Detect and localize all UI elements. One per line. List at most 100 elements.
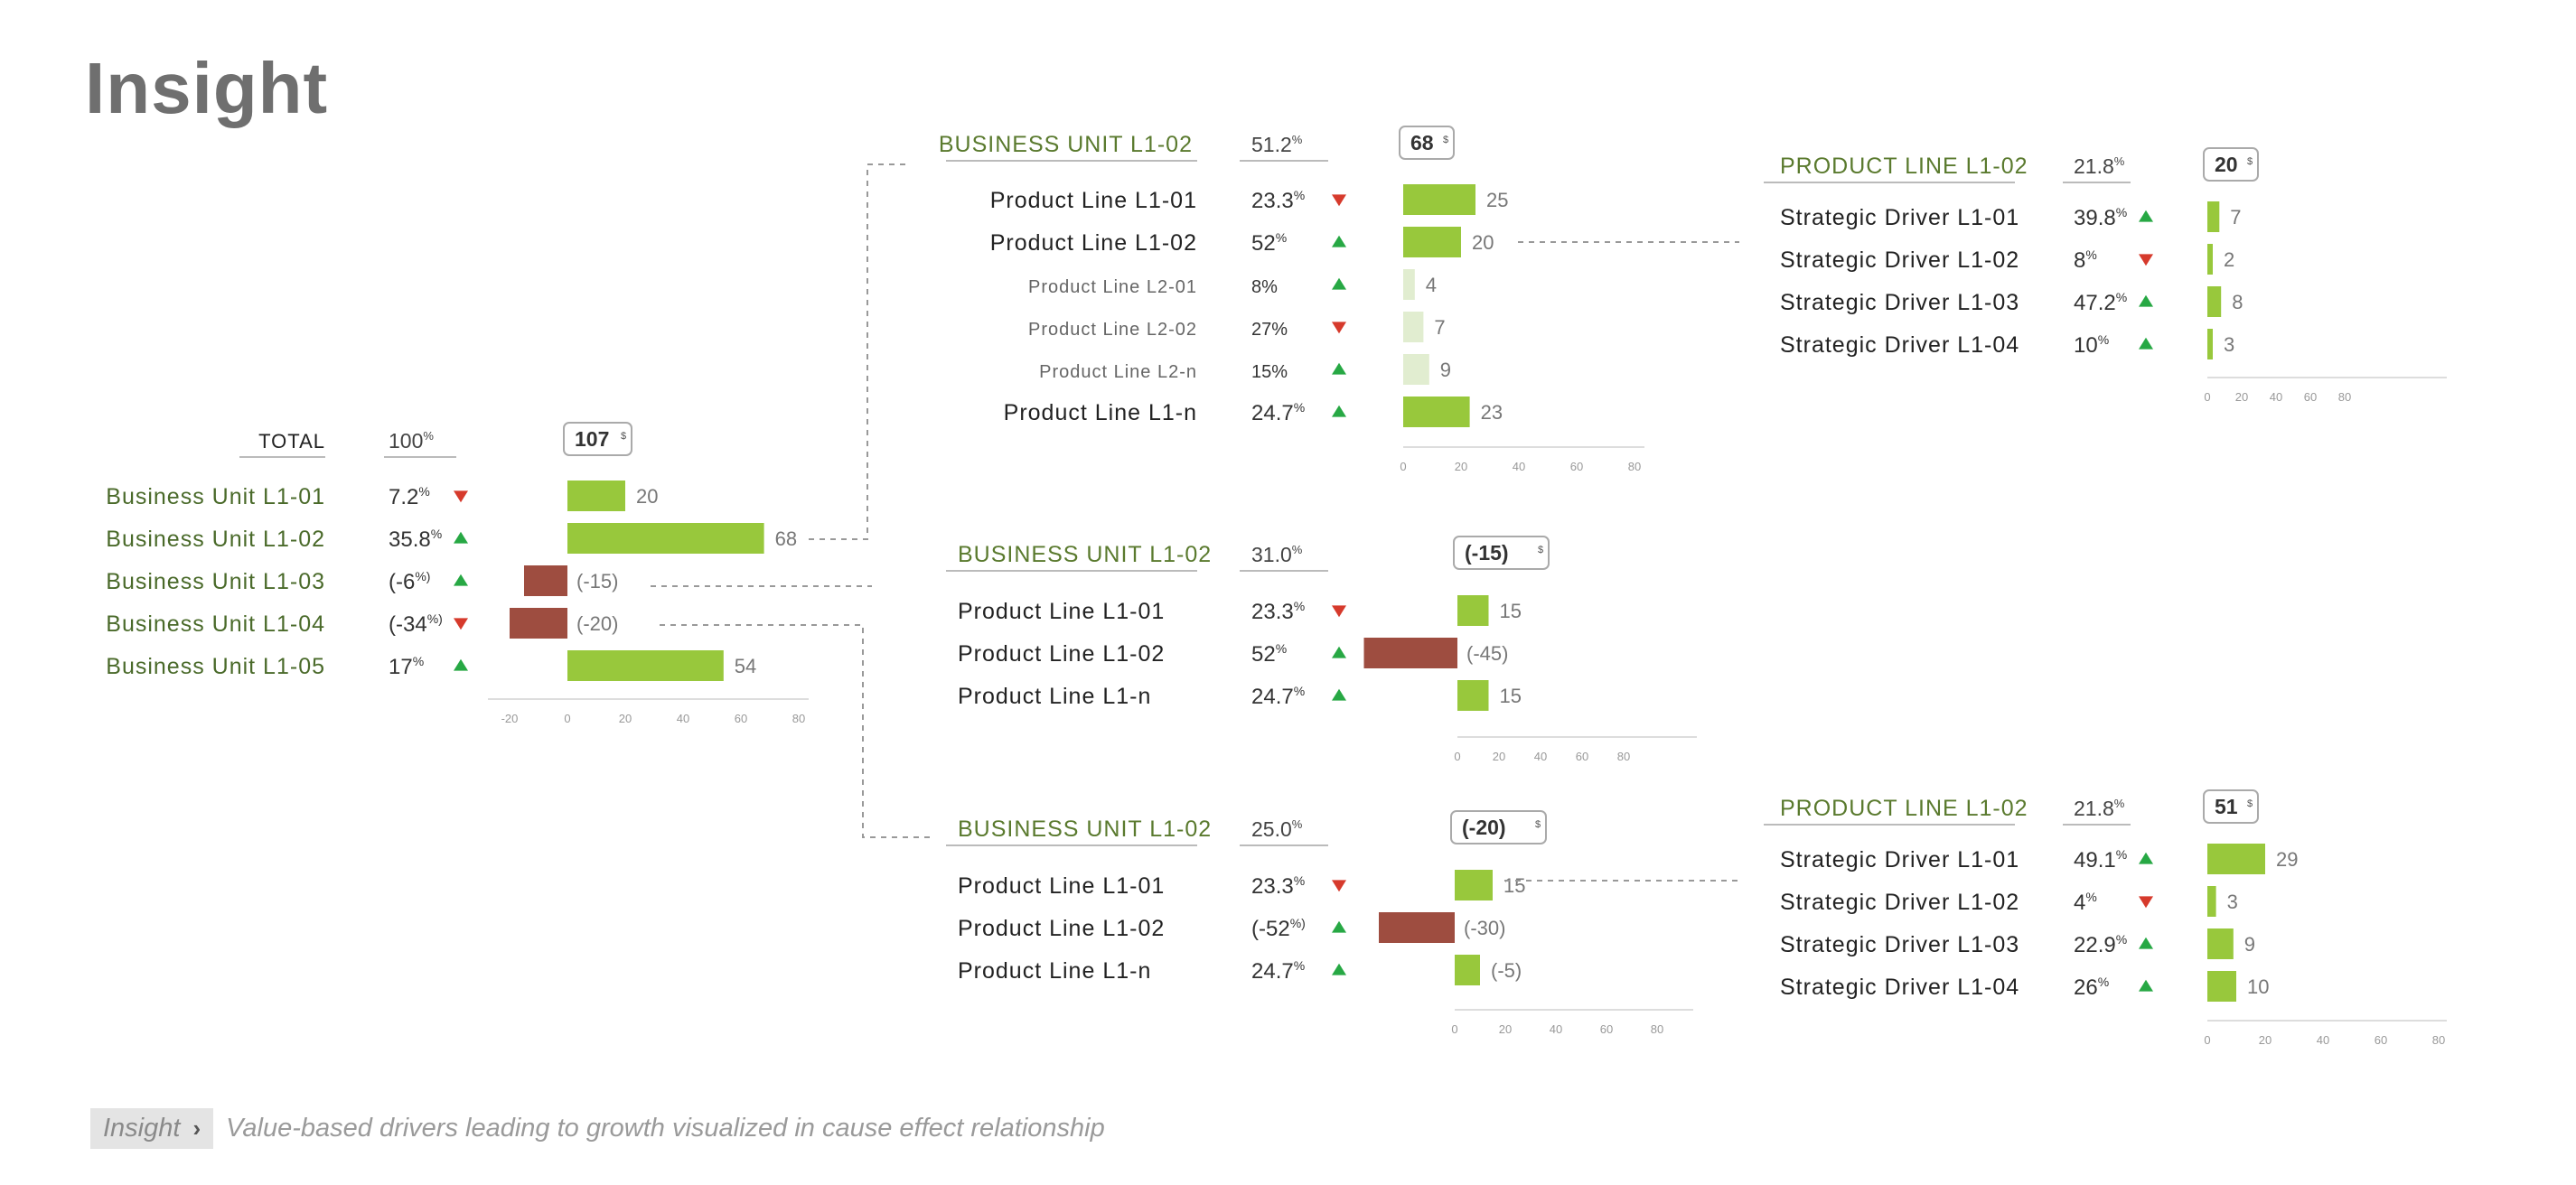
chart-pl-b: PRODUCT LINE L1-02 21.8% 51 $ Strategic Driv… (1764, 789, 2447, 1047)
bar-value-label: 25 (1486, 189, 1508, 211)
footer: Insight › Value-based drivers leading to… (90, 1108, 1105, 1149)
bar-row: Product Line L2-01 8% 4 (1028, 269, 1437, 300)
x-tick-label: 40 (1550, 1022, 1562, 1036)
bar (524, 565, 567, 596)
row-label: Product Line L2-n (1039, 362, 1197, 382)
x-tick-label: 40 (2270, 390, 2282, 404)
x-tick-label: 60 (735, 712, 747, 725)
arrow-down-icon (1332, 880, 1346, 892)
chevron-right-icon: › (192, 1115, 201, 1142)
bar-value-label: 15 (1500, 600, 1522, 622)
row-pct: 10% (2074, 332, 2109, 358)
x-tick-label: 20 (2259, 1033, 2272, 1047)
chart-header-pct: 51.2% (1251, 133, 1303, 156)
arrow-up-icon (1332, 646, 1346, 658)
bar-value-label: (-15) (576, 570, 618, 592)
row-label: Product Line L1-01 (958, 873, 1165, 899)
bar (1363, 638, 1457, 668)
bar-value-label: 3 (2224, 333, 2234, 356)
row-pct: 24.7% (1251, 400, 1305, 425)
row-label: Product Line L2-01 (1028, 277, 1197, 297)
arrow-down-icon (1332, 194, 1346, 207)
row-pct: (-34%) (389, 611, 443, 637)
bar-row: Strategic Driver L1-02 8% 2 (1780, 244, 2234, 275)
row-pct: 23.3% (1251, 599, 1305, 624)
x-tick-label: 20 (2235, 390, 2248, 404)
bar (1403, 269, 1415, 300)
arrow-up-icon (2139, 937, 2153, 949)
currency-icon: $ (1443, 135, 1448, 145)
footer-description: Value-based drivers leading to growth vi… (226, 1114, 1105, 1143)
bar-row: Product Line L1-01 23.3% 15 (958, 870, 1525, 900)
row-pct: 39.8% (2074, 205, 2127, 230)
chart-header-label: PRODUCT LINE L1-02 (1780, 154, 2028, 179)
bar (1403, 354, 1429, 385)
bar (1457, 595, 1489, 626)
x-tick-label: 60 (2304, 390, 2317, 404)
bar-row: Product Line L1-n 24.7% (-5) (958, 955, 1522, 985)
row-pct: 4% (2074, 890, 2097, 915)
row-label: Business Unit L1-02 (106, 527, 325, 552)
bar-value-label: (-5) (1491, 959, 1522, 982)
row-label: Product Line L2-02 (1028, 320, 1197, 340)
bar-row: Product Line L1-02 52% (-45) (958, 638, 1508, 668)
row-label: Business Unit L1-04 (106, 611, 325, 637)
row-label: Product Line L1-02 (958, 641, 1165, 667)
x-tick-label: 20 (1499, 1022, 1512, 1036)
chart-bu-c: BUSINESS UNIT L1-02 25.0% (-20) $ Product Li… (946, 810, 1693, 1036)
row-label: Strategic Driver L1-04 (1780, 975, 2019, 1000)
row-pct: 24.7% (1251, 684, 1305, 709)
x-tick-label: 20 (1455, 460, 1467, 473)
row-pct: 7.2% (389, 484, 430, 509)
currency-icon: $ (2247, 156, 2253, 167)
currency-icon: $ (1538, 545, 1543, 555)
bar-value-label: 15 (1503, 874, 1525, 897)
bar (567, 523, 764, 554)
bar-row: Business Unit L1-04 (-34%) (-20) (106, 608, 618, 639)
row-pct: 23.3% (1251, 188, 1305, 213)
bar-value-label: 10 (2247, 975, 2269, 998)
bar (2207, 201, 2220, 232)
bar-row: Strategic Driver L1-04 10% 3 (1780, 329, 2234, 359)
row-label: Strategic Driver L1-01 (1780, 847, 2019, 872)
chart-header-label: BUSINESS UNIT L1-02 (958, 816, 1212, 842)
bar-row: Strategic Driver L1-03 47.2% 8 (1780, 286, 2243, 317)
total-value: 107 (575, 427, 609, 451)
bar-row: Strategic Driver L1-02 4% 3 (1780, 886, 2238, 917)
chart-header-label: BUSINESS UNIT L1-02 (958, 542, 1212, 567)
arrow-up-icon (1332, 920, 1346, 933)
x-tick-label: 20 (619, 712, 632, 725)
bar-value-label: 2 (2224, 248, 2234, 271)
x-tick-label: 0 (1454, 750, 1460, 763)
row-label: Strategic Driver L1-04 (1780, 332, 2019, 358)
arrow-down-icon (1332, 322, 1346, 334)
bar (2207, 286, 2222, 317)
row-pct: 26% (2074, 975, 2109, 1000)
arrow-up-icon (1332, 362, 1346, 375)
bar (2207, 844, 2265, 874)
row-pct: 17% (389, 654, 424, 679)
row-label: Business Unit L1-05 (106, 654, 325, 679)
row-label: Strategic Driver L1-01 (1780, 205, 2019, 230)
connector-line (809, 163, 908, 540)
x-tick-label: 0 (1451, 1022, 1457, 1036)
bar-value-label: 20 (636, 485, 658, 508)
x-tick-label: 0 (564, 712, 570, 725)
total-value: 68 (1410, 131, 1434, 154)
row-label: Product Line L1-n (958, 958, 1151, 984)
insight-breadcrumb[interactable]: Insight › (90, 1108, 214, 1149)
x-tick-label: 0 (1400, 460, 1406, 473)
bar-value-label: 68 (775, 527, 797, 550)
bar-value-label: 15 (1500, 685, 1522, 707)
row-pct: 27% (1251, 320, 1288, 340)
bar-value-label: (-45) (1466, 642, 1508, 665)
x-tick-label: 80 (1651, 1022, 1663, 1036)
bar-value-label: 7 (1434, 316, 1445, 339)
arrow-up-icon (454, 658, 468, 671)
total-value: 20 (2215, 153, 2238, 176)
arrow-down-icon (2139, 896, 2153, 909)
bar (1403, 184, 1475, 215)
driver-tree-chart: TOTAL 100% 107 $Business Unit L1-01 7.2% 20Bu… (106, 126, 2447, 1047)
row-label: Business Unit L1-03 (106, 569, 325, 594)
x-tick-label: 80 (2432, 1033, 2445, 1047)
